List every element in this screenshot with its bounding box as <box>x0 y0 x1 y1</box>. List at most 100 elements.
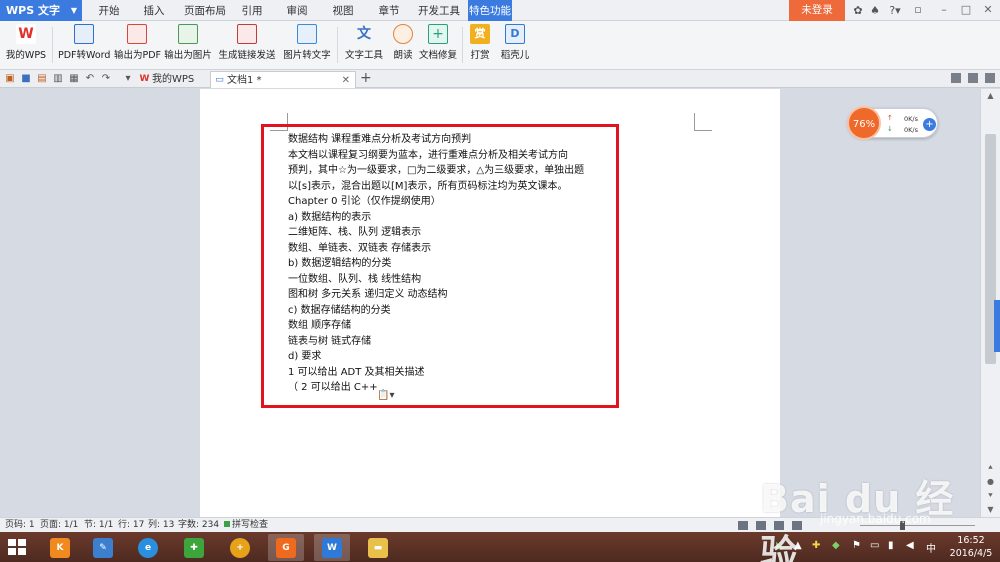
document-icon: ▭ <box>215 75 224 85</box>
taskbar-app-orange[interactable]: + <box>222 534 258 561</box>
help-icon[interactable]: ?▾ <box>885 4 905 17</box>
spellcheck-icon <box>224 521 230 527</box>
share-link-label: 生成链接发送 <box>218 50 276 61</box>
memory-usage-badge[interactable]: 76% <box>847 106 881 140</box>
network-speed-widget[interactable]: 76% ↑ 0K/s ↓ 0K/s + <box>847 106 938 140</box>
status-column: 列: 13 <box>148 520 175 530</box>
doc-line: 一位数组、队列、栈 线性结构 <box>288 273 422 285</box>
document-body[interactable]: 数据结构 课程重难点分析及考试方向预判 本文档以课程复习纲要为蓝本，进行重难点分… <box>288 132 608 396</box>
taskbar-app-paint[interactable]: ✎ <box>85 534 121 561</box>
status-section: 节: 1/1 <box>84 520 114 530</box>
skin-icon[interactable]: ✿ <box>851 4 865 17</box>
export-pdf-quick-icon[interactable]: ▤ <box>36 73 48 85</box>
app-icon: K <box>50 538 70 558</box>
panel-toggle-icon[interactable] <box>951 73 961 83</box>
doc-repair-label: 文档修复 <box>418 50 457 61</box>
share-link-button[interactable]: 生成链接发送 <box>216 24 278 66</box>
tab-page-layout[interactable]: 页面布局 <box>180 0 230 21</box>
restore-ribbon-icon[interactable]: ▫ <box>910 2 926 18</box>
speed-boost-icon[interactable]: + <box>923 118 936 131</box>
upload-speed: 0K/s <box>904 115 918 123</box>
reward-button[interactable]: 赏 打赏 <box>467 24 493 66</box>
pdf-to-word-icon <box>74 24 94 44</box>
taskbar-app-pdf[interactable]: G <box>268 534 304 561</box>
status-page[interactable]: 页面: 1/1 <box>40 518 78 533</box>
taskbar-file-explorer[interactable]: ▬ <box>360 534 396 561</box>
export-pdf-button[interactable]: 输出为PDF <box>114 24 161 66</box>
tab-insert[interactable]: 插入 <box>138 0 170 21</box>
text-tools-button[interactable]: 文 文字工具 <box>341 24 387 66</box>
read-aloud-label: 朗读 <box>393 50 413 61</box>
my-wps-button[interactable]: W 我的WPS <box>4 24 48 66</box>
tab-home[interactable]: 开始 <box>92 0 126 21</box>
reward-icon: 赏 <box>470 24 490 44</box>
redo-icon[interactable]: ↷ <box>100 73 112 85</box>
tab-references[interactable]: 引用 <box>236 0 268 21</box>
spellcheck-label: 拼写检查 <box>232 520 269 530</box>
tab-view[interactable]: 视图 <box>326 0 360 21</box>
docer-button[interactable]: D 稻壳儿 <box>498 24 532 66</box>
tab-document-1-label: 文档1 * <box>227 75 262 86</box>
minimize-icon[interactable]: – <box>936 2 952 18</box>
doc-line: 预判，其中☆为一级要求，□为二级要求，△为三级要求，单独出题 <box>288 165 585 176</box>
doc-line: 图和树 多元关系 递归定义 动态结构 <box>288 289 448 300</box>
doc-line: 本文档以课程复习纲要为蓝本，进行重难点分析及相关考试方向 <box>288 149 568 161</box>
print-preview-icon[interactable]: ▦ <box>68 73 80 85</box>
docer-label: 稻壳儿 <box>500 50 530 61</box>
app-menu-button[interactable]: WPS 文字 ▼ <box>0 0 82 21</box>
export-image-button[interactable]: 输出为图片 <box>163 24 213 66</box>
taskbar-ie[interactable]: e <box>130 534 166 561</box>
palette-icon: ✎ <box>93 538 113 558</box>
tab-document-1[interactable]: ▭ 文档1 * ✕ <box>210 71 356 88</box>
print-icon[interactable]: ▥ <box>52 73 64 85</box>
panel-collapse-icon[interactable] <box>985 73 995 83</box>
paste-options-icon[interactable]: 📋▾ <box>377 390 394 401</box>
close-tab-icon[interactable]: ✕ <box>342 72 350 89</box>
doc-line: 数据结构 课程重难点分析及考试方向预判 <box>288 134 472 145</box>
scroll-up-icon[interactable]: ▲ <box>981 89 1000 103</box>
tab-my-wps-label: 我的WPS <box>152 74 195 85</box>
image-to-text-icon <box>297 24 317 44</box>
image-to-text-label: 图片转文字 <box>283 50 331 61</box>
download-arrow-icon: ↓ <box>887 125 893 133</box>
docer-icon: D <box>505 24 525 44</box>
doc-line: d) 要求 <box>288 351 322 362</box>
app-icon: ✚ <box>184 538 204 558</box>
app-icon: + <box>230 538 250 558</box>
baidu-watermark: Bai du 经验 jingyan.baidu.com <box>760 468 990 562</box>
pdf-to-word-button[interactable]: PDF转Word <box>58 24 110 66</box>
image-to-text-button[interactable]: 图片转文字 <box>282 24 332 66</box>
maximize-icon[interactable]: □ <box>958 2 974 18</box>
view-mode-icon[interactable] <box>738 521 748 530</box>
folder-icon: ▬ <box>368 538 388 558</box>
doc-repair-button[interactable]: + 文档修复 <box>418 24 458 66</box>
tab-developer[interactable]: 开发工具 <box>414 0 464 21</box>
login-button[interactable]: 未登录 <box>789 0 845 21</box>
undo-icon[interactable]: ↶ <box>84 73 96 85</box>
taskbar-app-green[interactable]: ✚ <box>176 534 212 561</box>
shirt-icon[interactable]: ♠ <box>868 4 882 17</box>
tab-my-wps[interactable]: W 我的WPS <box>136 71 206 88</box>
document-area[interactable]: 数据结构 课程重难点分析及考试方向预判 本文档以课程复习纲要为蓝本，进行重难点分… <box>0 89 980 517</box>
status-wordcount[interactable]: 字数: 234 <box>178 518 219 533</box>
new-tab-button[interactable]: + <box>360 70 372 87</box>
taskbar-app-1[interactable]: K <box>42 534 78 561</box>
side-panel-tab[interactable] <box>994 300 1000 352</box>
doc-line: 链表与树 链式存储 <box>288 335 372 347</box>
browser-icon: e <box>138 538 158 558</box>
tab-special-features[interactable]: 特色功能 <box>468 0 512 21</box>
tab-review[interactable]: 审阅 <box>280 0 314 21</box>
read-aloud-button[interactable]: 朗读 <box>390 24 416 66</box>
spellcheck-toggle[interactable]: 拼写检查 <box>224 518 268 533</box>
upload-arrow-icon: ↑ <box>887 114 893 122</box>
taskbar-wps-writer[interactable]: W <box>314 534 350 561</box>
windows-start-button[interactable] <box>8 539 26 555</box>
save-icon[interactable]: ■ <box>20 73 32 85</box>
close-icon[interactable]: ✕ <box>980 2 996 18</box>
open-folder-icon[interactable]: ▣ <box>4 73 16 85</box>
document-page[interactable]: 数据结构 课程重难点分析及考试方向预判 本文档以课程复习纲要为蓝本，进行重难点分… <box>200 89 780 517</box>
customize-dropdown-icon[interactable]: ▾ <box>122 73 134 85</box>
tab-chapter[interactable]: 章节 <box>372 0 406 21</box>
panel-toggle-icon-2[interactable] <box>968 73 978 83</box>
quick-access-bar: ▣ ■ ▤ ▥ ▦ ↶ ↷ ▾ W 我的WPS ▭ 文档1 * ✕ + <box>0 70 1000 88</box>
